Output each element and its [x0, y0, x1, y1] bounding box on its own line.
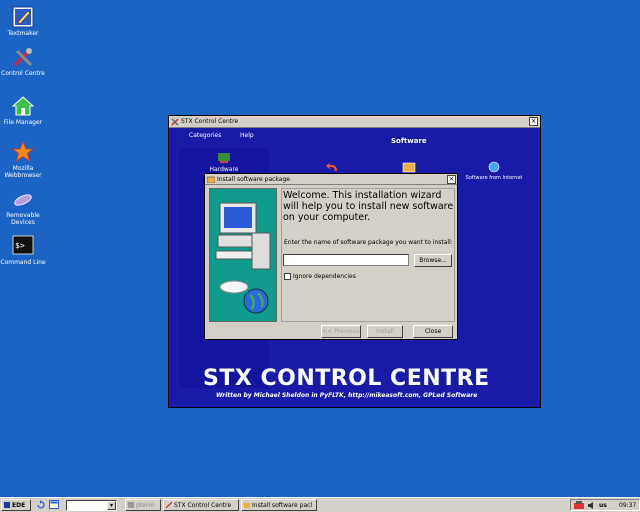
textmaker-icon: [12, 6, 34, 28]
welcome-text: Welcome. This installation wizard will h…: [283, 190, 454, 223]
removable-icon: [12, 188, 34, 210]
menubar: Categories Help: [169, 128, 540, 144]
desktop-icon-label: Textmaker: [7, 30, 39, 37]
globe-icon: [488, 161, 500, 173]
desktop-icon-mozilla[interactable]: Mozilla Webbrowser: [0, 140, 46, 179]
package-icon: [402, 162, 416, 173]
close-icon[interactable]: ×: [529, 117, 538, 126]
desktop-icon-label: Command Line: [0, 259, 46, 266]
chevron-down-icon[interactable]: ▾: [107, 501, 116, 510]
start-button[interactable]: EDE: [1, 499, 31, 511]
ignore-dependencies-label: Ignore dependencies: [293, 273, 356, 280]
brand-subtitle: Written by Michael Sheldon in PyFLTK, ht…: [216, 392, 478, 399]
workspace-select[interactable]: ▾: [66, 500, 117, 511]
ede-logo-icon: [4, 502, 10, 508]
taskbar-item-label: pterm: [136, 502, 155, 509]
wizard-illustration: [209, 188, 277, 322]
taskbar-item-install[interactable]: Install software pacl: [241, 499, 317, 511]
previous-button[interactable]: << Previous: [321, 325, 361, 338]
menu-categories[interactable]: Categories: [189, 128, 221, 144]
window-titlebar[interactable]: STX Control Centre ×: [169, 116, 540, 128]
control-centre-icon: [12, 46, 34, 68]
desktop-icon-removable[interactable]: Removable Devices: [0, 188, 46, 226]
tools-icon: [166, 502, 172, 508]
package-icon: [207, 176, 215, 183]
computer-illustration: [215, 202, 271, 314]
undo-icon: [326, 162, 337, 171]
section-heading: Software: [391, 137, 427, 145]
refresh-icon[interactable]: [36, 500, 45, 509]
taskbar-item-pterm[interactable]: pterm: [125, 499, 161, 511]
desktop-icon-label: Mozilla Webbrowser: [4, 165, 42, 179]
dialog-title: Install software package: [217, 176, 290, 183]
network-icon[interactable]: [574, 501, 584, 510]
sidebar-item-hardware[interactable]: Hardware: [199, 152, 249, 173]
desktop-icon-file-manager[interactable]: File Manager: [0, 95, 46, 126]
close-icon[interactable]: ×: [447, 175, 456, 184]
desktop-icon-textmaker[interactable]: Textmaker: [0, 6, 46, 37]
clock[interactable]: 09:37: [619, 500, 636, 511]
desktop-icon-control-centre[interactable]: Control Centre: [0, 46, 46, 77]
desktop-icon-label: File Manager: [3, 119, 43, 126]
menu-help[interactable]: Help: [240, 128, 254, 144]
speaker-icon[interactable]: [587, 501, 596, 510]
desktop-icon-label: Control Centre: [1, 70, 45, 77]
svg-text:$>: $>: [15, 241, 25, 250]
tools-icon: [171, 118, 179, 126]
desktop-icon-command-line[interactable]: $> Command Line: [0, 235, 46, 266]
software-internet-tool[interactable]: Software from Internet: [459, 161, 529, 181]
close-button[interactable]: Close: [413, 325, 453, 338]
start-label: EDE: [12, 502, 26, 509]
package-icon: [244, 503, 250, 508]
hardware-icon: [218, 153, 230, 163]
sidebar-item-label: Hardware: [209, 166, 239, 173]
tool-label: Software from Internet: [465, 175, 523, 181]
install-software-dialog: Install software package × Welcome. This…: [204, 173, 458, 340]
package-prompt: Enter the name of software package you w…: [284, 239, 453, 246]
taskbar-item-stx[interactable]: STX Control Centre: [163, 499, 239, 511]
home-icon: [11, 95, 35, 117]
terminal-icon: $>: [12, 235, 34, 257]
system-tray: us 09:37: [570, 499, 640, 511]
show-desktop-icon[interactable]: [49, 500, 59, 509]
ignore-dependencies-checkbox[interactable]: [284, 273, 291, 280]
window-title: STX Control Centre: [181, 118, 239, 125]
browse-button[interactable]: Browse...: [414, 254, 452, 267]
keyboard-layout[interactable]: us: [599, 500, 607, 511]
taskbar-item-label: Install software pacl: [252, 502, 313, 509]
taskbar: EDE ▾ pterm STX Control Centre Install s…: [0, 497, 640, 512]
install-button[interactable]: Install: [367, 325, 403, 338]
package-name-input[interactable]: [283, 254, 409, 266]
taskbar-item-label: STX Control Centre: [174, 502, 232, 509]
star-icon: [11, 140, 35, 163]
desktop-icon-label: Removable Devices: [6, 212, 40, 226]
brand-title: STX CONTROL CENTRE: [203, 366, 490, 391]
terminal-icon: [128, 502, 134, 508]
dialog-titlebar[interactable]: Install software package ×: [205, 174, 457, 185]
